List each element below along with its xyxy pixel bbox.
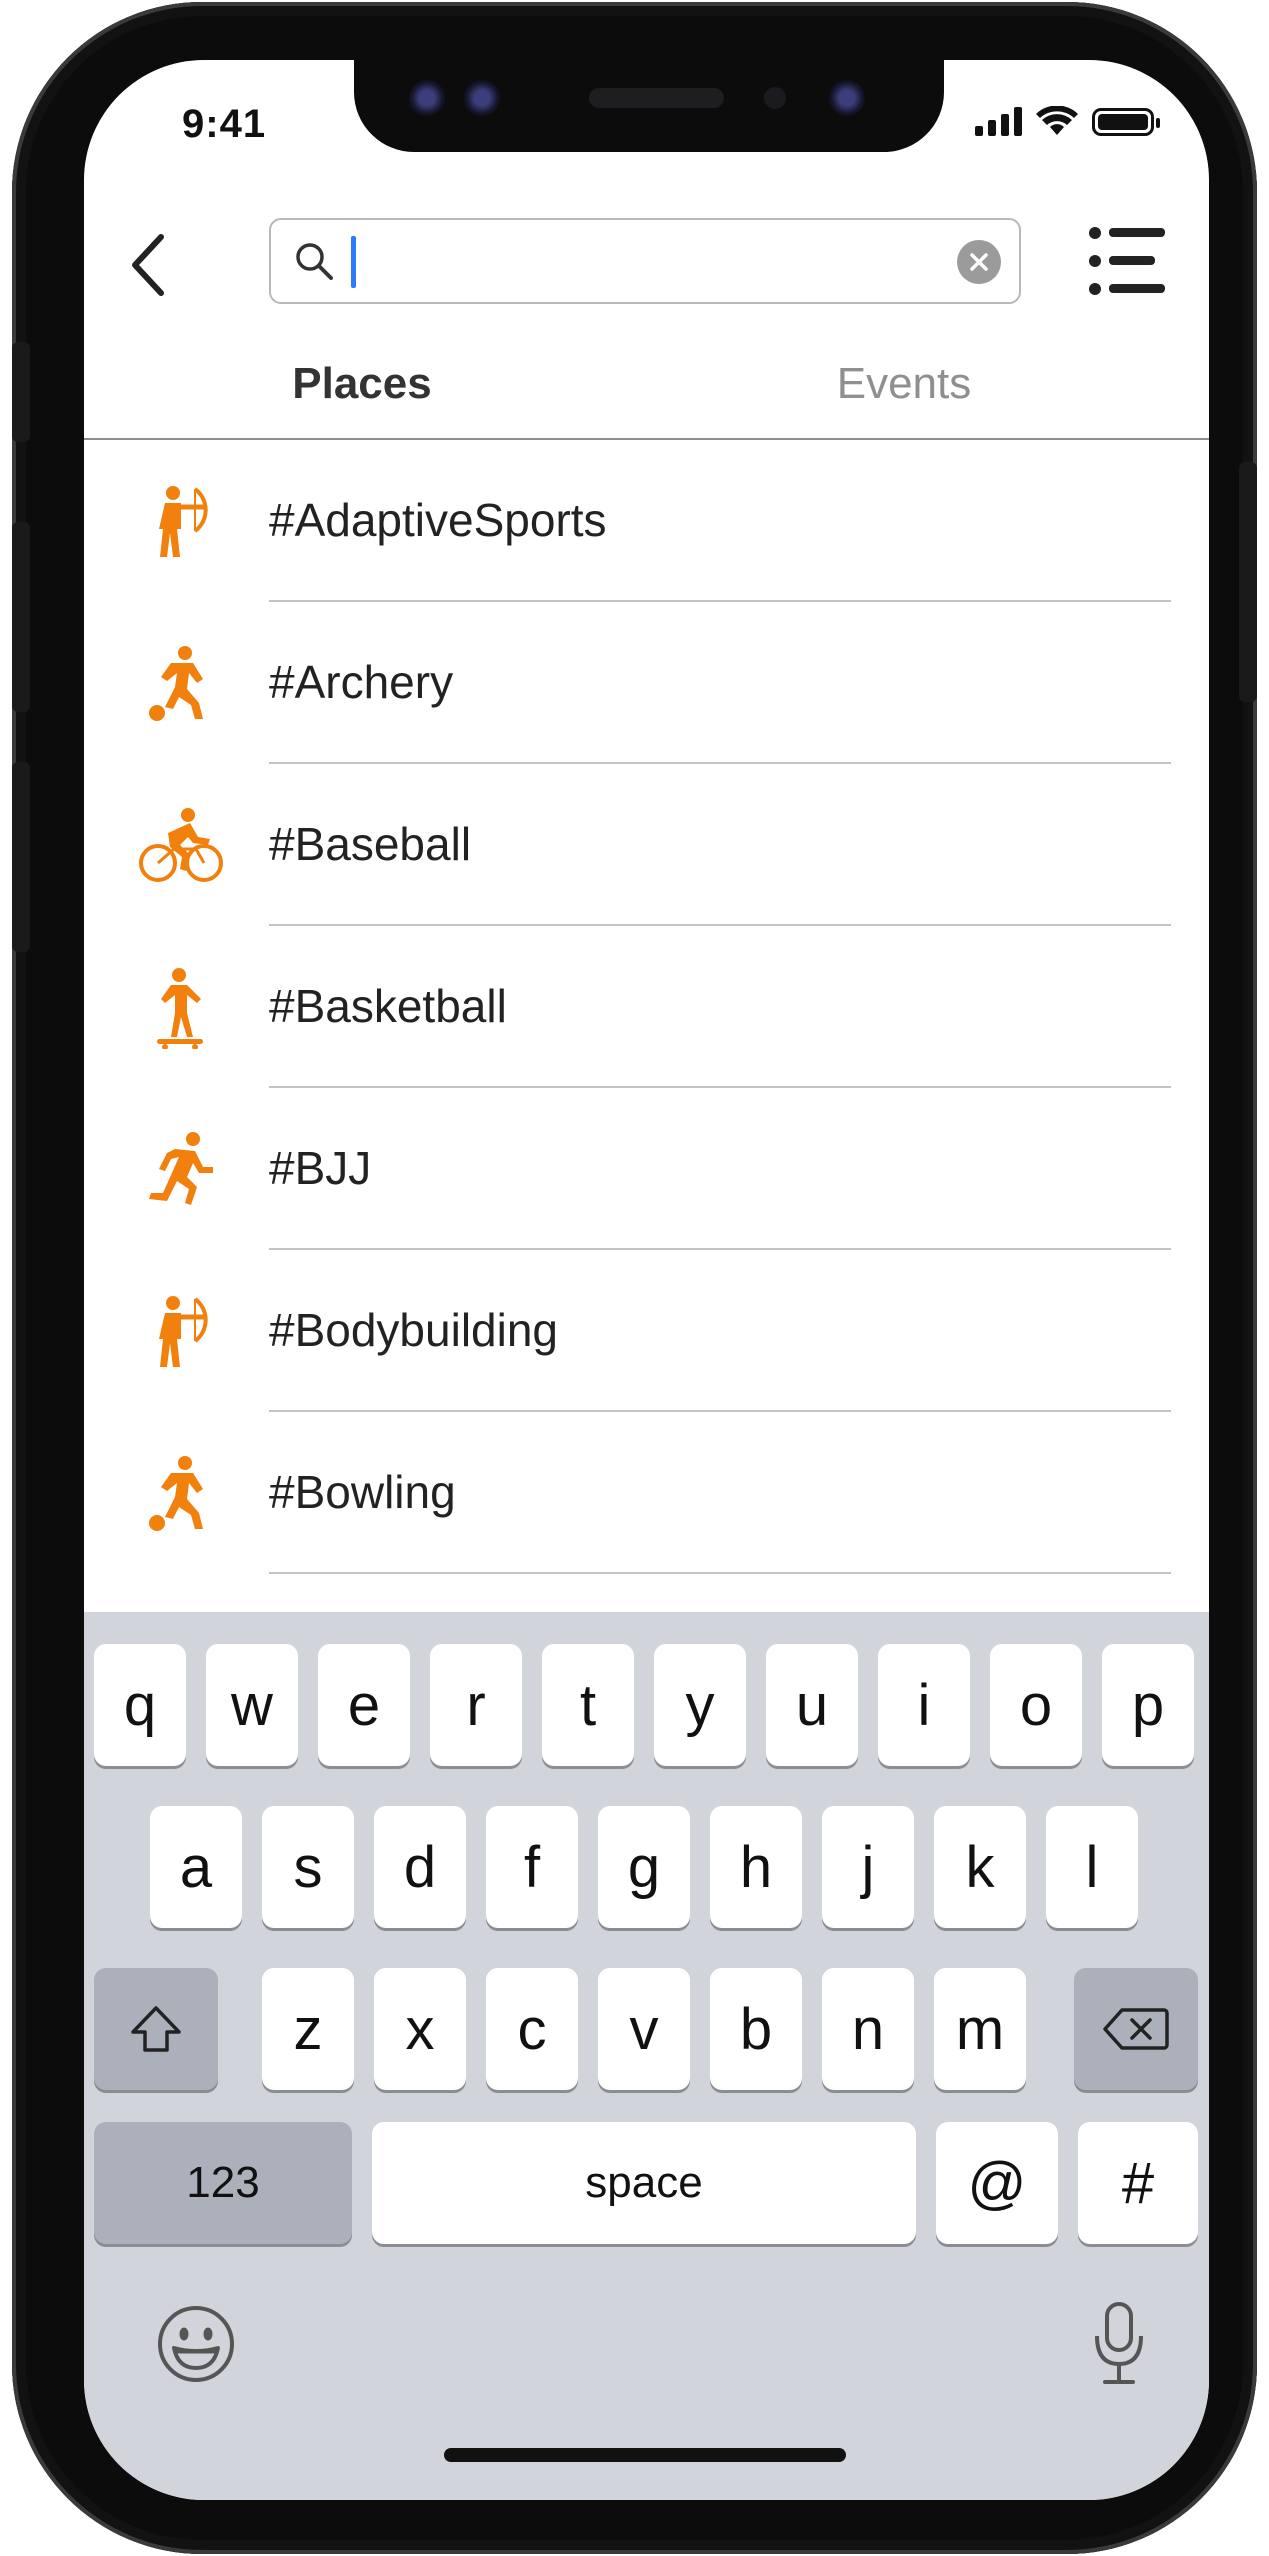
key-j[interactable]: j [822, 1806, 914, 1928]
key-t[interactable]: t [542, 1644, 634, 1766]
list-item-label: #Baseball [269, 818, 472, 870]
list-item[interactable]: #BJJ [84, 1088, 1209, 1250]
microphone-icon [1095, 2302, 1143, 2384]
sensor-icon [464, 80, 500, 116]
close-icon [970, 253, 988, 271]
delete-key[interactable] [1074, 1968, 1198, 2090]
emoji-icon [158, 2306, 234, 2382]
screen: 9:41 Places Events #AdaptiveSports #Arch… [84, 60, 1209, 2500]
key-z[interactable]: z [262, 1968, 354, 2090]
status-time: 9:41 [182, 102, 267, 146]
proximity-sensor [764, 87, 786, 109]
list-item[interactable]: #AdaptiveSports [84, 440, 1209, 602]
key-q[interactable]: q [94, 1644, 186, 1766]
key-u[interactable]: u [766, 1644, 858, 1766]
hash-key[interactable]: # [1078, 2122, 1198, 2244]
shift-icon [131, 2006, 181, 2052]
list-item[interactable]: #Archery [84, 602, 1209, 764]
backspace-icon [1103, 2008, 1169, 2050]
notch [354, 60, 944, 152]
volume-down-button [12, 762, 30, 952]
key-k[interactable]: k [934, 1806, 1026, 1928]
space-key[interactable]: space [372, 2122, 916, 2244]
list-item-label: #Archery [269, 656, 454, 708]
list-item-label: #Bowling [269, 1466, 456, 1518]
key-p[interactable]: p [1102, 1644, 1194, 1766]
key-o[interactable]: o [990, 1644, 1082, 1766]
hashtag-list: #AdaptiveSports #Archery #Baseball #Bask… [84, 440, 1209, 1574]
list-item[interactable]: #Baseball [84, 764, 1209, 926]
key-y[interactable]: y [654, 1644, 746, 1766]
speaker-grille [589, 88, 724, 108]
tab-bar: Places Events [84, 330, 1209, 440]
status-icons [975, 106, 1160, 136]
list-item[interactable]: #Basketball [84, 926, 1209, 1088]
search-icon [296, 243, 333, 280]
emoji-button[interactable] [154, 2302, 238, 2386]
key-g[interactable]: g [598, 1806, 690, 1928]
key-d[interactable]: d [374, 1806, 466, 1928]
tab-places[interactable]: Places [232, 330, 492, 438]
key-m[interactable]: m [934, 1968, 1026, 2090]
list-icon [1089, 227, 1165, 295]
dictation-button[interactable] [1089, 2298, 1149, 2388]
key-w[interactable]: w [206, 1644, 298, 1766]
camera-icon [409, 80, 445, 116]
power-button [1239, 462, 1257, 702]
list-item[interactable]: #Bowling [84, 1412, 1209, 1574]
soccer-player-icon [136, 638, 226, 728]
key-c[interactable]: c [486, 1968, 578, 2090]
shift-key[interactable] [94, 1968, 218, 2090]
mute-switch [12, 342, 30, 442]
key-f[interactable]: f [486, 1806, 578, 1928]
wifi-icon [1036, 106, 1078, 135]
key-s[interactable]: s [262, 1806, 354, 1928]
list-item-label: #AdaptiveSports [269, 494, 607, 546]
key-v[interactable]: v [598, 1968, 690, 2090]
list-item-label: #Basketball [269, 980, 507, 1032]
key-b[interactable]: b [710, 1968, 802, 2090]
numbers-key[interactable]: 123 [94, 2122, 352, 2244]
keyboard: q w e r t y u i o p a s d f g h j k l z … [84, 1612, 1209, 2500]
list-item[interactable]: #Bodybuilding [84, 1250, 1209, 1412]
home-indicator [444, 2448, 846, 2462]
key-x[interactable]: x [374, 1968, 466, 2090]
text-caret [351, 236, 356, 288]
list-item-label: #BJJ [269, 1142, 372, 1194]
search-input[interactable] [349, 232, 913, 292]
key-n[interactable]: n [822, 1968, 914, 2090]
key-h[interactable]: h [710, 1806, 802, 1928]
soccer-player-icon [136, 1448, 226, 1538]
phone-frame: 9:41 Places Events #AdaptiveSports #Arch… [12, 2, 1257, 2554]
at-key[interactable]: @ [936, 2122, 1058, 2244]
volume-up-button [12, 522, 30, 712]
key-i[interactable]: i [878, 1644, 970, 1766]
key-l[interactable]: l [1046, 1806, 1138, 1928]
archery-icon [136, 1286, 226, 1376]
cellular-signal-icon [975, 106, 1022, 136]
archery-icon [136, 476, 226, 566]
key-a[interactable]: a [150, 1806, 242, 1928]
key-e[interactable]: e [318, 1644, 410, 1766]
clear-search-button[interactable] [957, 240, 1001, 284]
search-box[interactable] [269, 218, 1021, 304]
key-r[interactable]: r [430, 1644, 522, 1766]
skateboarder-icon [136, 962, 226, 1052]
list-menu-button[interactable] [1087, 225, 1167, 297]
front-camera-icon [829, 80, 865, 116]
runner-icon [136, 1124, 226, 1214]
chevron-left-icon [132, 234, 164, 296]
tab-events[interactable]: Events [774, 330, 1034, 438]
divider [269, 1572, 1171, 1574]
cyclist-icon [136, 800, 226, 890]
back-button[interactable] [112, 220, 182, 310]
battery-icon [1092, 108, 1160, 136]
list-item-label: #Bodybuilding [269, 1304, 559, 1356]
